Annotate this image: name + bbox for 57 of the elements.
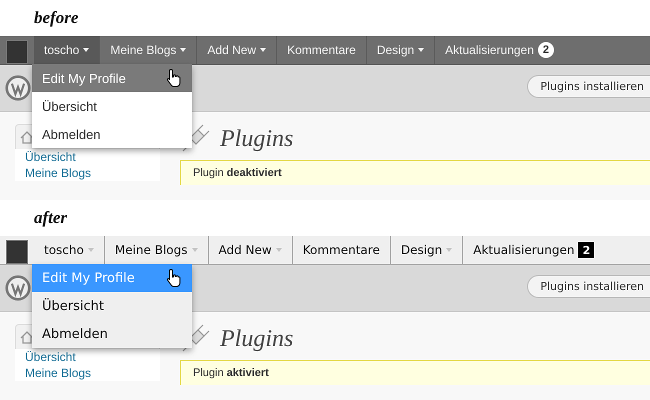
menu-label: Meine Blogs [110, 43, 176, 57]
page-title: Plugins [220, 326, 294, 352]
count-badge: 2 [538, 42, 554, 58]
menu-item[interactable]: Design [390, 236, 464, 264]
avatar-placeholder [6, 240, 28, 264]
menu-item[interactable]: Aktualisierungen 2 [435, 36, 564, 64]
notice-message: Plugin deaktiviert [180, 160, 650, 185]
home-icon [20, 330, 34, 344]
dropdown-item[interactable]: Abmelden [32, 120, 192, 148]
caret-icon [418, 48, 424, 52]
caret-icon [446, 248, 452, 252]
menu-label: Kommentare [302, 243, 380, 257]
menu-label: Add New [218, 243, 272, 257]
menu-item[interactable]: Kommentare [277, 36, 367, 64]
count-badge: 2 [578, 242, 594, 258]
sidebar-link[interactable]: Meine Blogs [15, 165, 160, 181]
menu-item[interactable]: Kommentare [292, 236, 391, 264]
menu-label: toscho [44, 43, 80, 57]
menu-label: toscho [44, 243, 84, 257]
menu-item[interactable]: toscho [34, 36, 100, 64]
install-plugins-button[interactable]: Plugins installieren [527, 74, 650, 98]
menu-item[interactable]: Add New [197, 36, 278, 64]
logo-icon [5, 275, 31, 301]
caret-icon [83, 48, 90, 52]
menu-label: Kommentare [287, 43, 356, 57]
menu-label: Design [376, 43, 414, 57]
menu-label: Design [400, 243, 442, 257]
sidebar-link[interactable]: Meine Blogs [15, 365, 160, 381]
menu-item[interactable]: Design [366, 36, 436, 64]
caret-icon [88, 248, 94, 252]
caret-icon [276, 248, 282, 252]
dropdown-item[interactable]: Abmelden [32, 320, 192, 348]
menu-label: Add New [207, 43, 256, 57]
hand-cursor-icon [166, 268, 182, 288]
hand-cursor-icon [166, 68, 182, 88]
menu-label: Aktualisierungen [473, 243, 574, 257]
dropdown-item[interactable]: Übersicht [32, 292, 192, 320]
panel-caption: before [33, 7, 80, 29]
caret-icon [180, 48, 186, 52]
menu-item[interactable]: Aktualisierungen 2 [463, 236, 604, 264]
home-icon [20, 130, 34, 144]
sidebar-link[interactable]: Übersicht [15, 149, 160, 165]
page-title: Plugins [220, 126, 294, 152]
install-plugins-button[interactable]: Plugins installieren [527, 274, 650, 298]
menu-label: Meine Blogs [114, 243, 188, 257]
caret-icon [192, 248, 198, 252]
plug-icon [180, 324, 212, 354]
caret-icon [260, 48, 266, 52]
sidebar-link[interactable]: Übersicht [15, 349, 160, 365]
dropdown-item[interactable]: Edit My Profile [32, 64, 192, 92]
menu-label: Aktualisierungen [445, 43, 534, 57]
dropdown-item[interactable]: Übersicht [32, 92, 192, 120]
menu-item[interactable]: Add New [208, 236, 293, 264]
notice-message: Plugin aktiviert [180, 360, 650, 385]
plug-icon [180, 124, 212, 154]
logo-icon [5, 75, 31, 101]
panel-caption: after [33, 207, 68, 229]
